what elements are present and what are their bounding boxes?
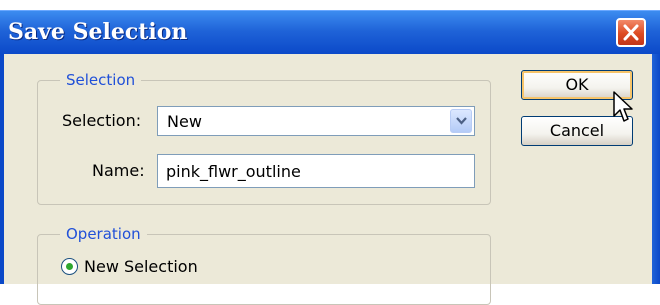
window-border-left xyxy=(0,54,4,284)
selection-dropdown-value: New xyxy=(167,112,202,131)
close-icon xyxy=(623,24,639,41)
new-selection-label[interactable]: New Selection xyxy=(84,257,198,276)
close-button[interactable] xyxy=(616,18,646,47)
radio-selected-dot xyxy=(66,263,73,270)
name-field[interactable] xyxy=(157,154,475,188)
new-selection-radio[interactable] xyxy=(61,258,78,275)
selection-group-legend: Selection xyxy=(66,71,136,89)
operation-group-legend: Operation xyxy=(66,225,141,243)
window-title: Save Selection xyxy=(8,19,188,45)
name-label: Name: xyxy=(92,161,145,180)
selection-dropdown[interactable]: New xyxy=(157,106,475,136)
window-border-right xyxy=(652,54,660,284)
title-bar[interactable]: Save Selection xyxy=(0,10,660,55)
selection-label: Selection: xyxy=(62,111,142,130)
mouse-cursor-icon xyxy=(613,91,633,122)
chevron-down-icon xyxy=(456,117,467,125)
dropdown-arrow-button[interactable] xyxy=(450,109,472,133)
